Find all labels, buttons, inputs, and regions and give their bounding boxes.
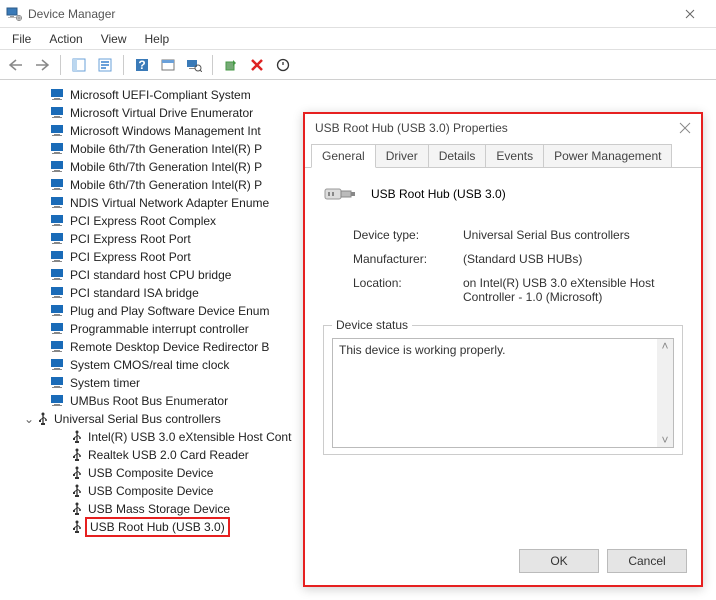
toolbar-separator — [123, 55, 124, 75]
tab-details[interactable]: Details — [428, 144, 487, 167]
app-icon — [6, 6, 22, 22]
scrollbar[interactable]: ˄ ˅ — [657, 339, 673, 447]
usb-icon — [70, 520, 84, 534]
dialog-title: USB Root Hub (USB 3.0) Properties — [315, 121, 508, 135]
tab-power-management[interactable]: Power Management — [543, 144, 672, 167]
toolbar: ? — [0, 50, 716, 80]
tab-events[interactable]: Events — [485, 144, 544, 167]
location-value: on Intel(R) USB 3.0 eXtensible Host Cont… — [463, 276, 683, 304]
scan-hardware-button[interactable] — [182, 53, 206, 77]
manufacturer-value: (Standard USB HUBs) — [463, 252, 683, 266]
device-status-legend: Device status — [332, 318, 412, 332]
help-button[interactable]: ? — [130, 53, 154, 77]
dialog-tabs: General Driver Details Events Power Mana… — [305, 142, 701, 168]
usb-icon — [70, 448, 84, 462]
properties-button[interactable] — [93, 53, 117, 77]
show-hide-tree-button[interactable] — [67, 53, 91, 77]
usb-icon — [70, 484, 84, 498]
scroll-down-icon[interactable]: ˅ — [661, 433, 668, 447]
usb-icon — [70, 502, 84, 516]
menu-action[interactable]: Action — [41, 30, 90, 48]
device-name: USB Root Hub (USB 3.0) — [371, 187, 506, 201]
back-button[interactable] — [4, 53, 28, 77]
chevron-down-icon[interactable]: ⌄ — [22, 412, 36, 426]
usb-icon — [70, 466, 84, 480]
disable-button[interactable] — [271, 53, 295, 77]
menu-view[interactable]: View — [93, 30, 135, 48]
menu-file[interactable]: File — [4, 30, 39, 48]
scroll-up-icon[interactable]: ˄ — [661, 339, 668, 353]
properties-dialog: USB Root Hub (USB 3.0) Properties Genera… — [303, 112, 703, 587]
update-driver-button[interactable] — [219, 53, 243, 77]
tree-item[interactable]: Microsoft UEFI-Compliant System — [50, 86, 716, 104]
usb-icon — [70, 430, 84, 444]
forward-button[interactable] — [30, 53, 54, 77]
action-icon-button[interactable] — [156, 53, 180, 77]
cancel-button[interactable]: Cancel — [607, 549, 687, 573]
titlebar: Device Manager — [0, 0, 716, 28]
device-status-group: Device status This device is working pro… — [323, 318, 683, 455]
toolbar-separator — [212, 55, 213, 75]
manufacturer-label: Manufacturer: — [353, 252, 463, 266]
svg-text:?: ? — [138, 58, 145, 72]
close-icon[interactable] — [679, 122, 691, 134]
uninstall-button[interactable] — [245, 53, 269, 77]
device-type-label: Device type: — [353, 228, 463, 242]
dialog-body: USB Root Hub (USB 3.0) Device type:Unive… — [305, 168, 701, 469]
menu-help[interactable]: Help — [137, 30, 178, 48]
device-type-value: Universal Serial Bus controllers — [463, 228, 683, 242]
menubar: File Action View Help — [0, 28, 716, 50]
close-button[interactable] — [670, 0, 710, 27]
tab-driver[interactable]: Driver — [375, 144, 429, 167]
usb-plug-icon — [323, 182, 357, 206]
ok-button[interactable]: OK — [519, 549, 599, 573]
tab-general[interactable]: General — [311, 144, 376, 168]
usb-icon — [36, 412, 50, 426]
dialog-titlebar: USB Root Hub (USB 3.0) Properties — [305, 114, 701, 142]
toolbar-separator — [60, 55, 61, 75]
device-status-text[interactable]: This device is working properly. ˄ ˅ — [332, 338, 674, 448]
location-label: Location: — [353, 276, 463, 304]
window-title: Device Manager — [28, 7, 670, 21]
